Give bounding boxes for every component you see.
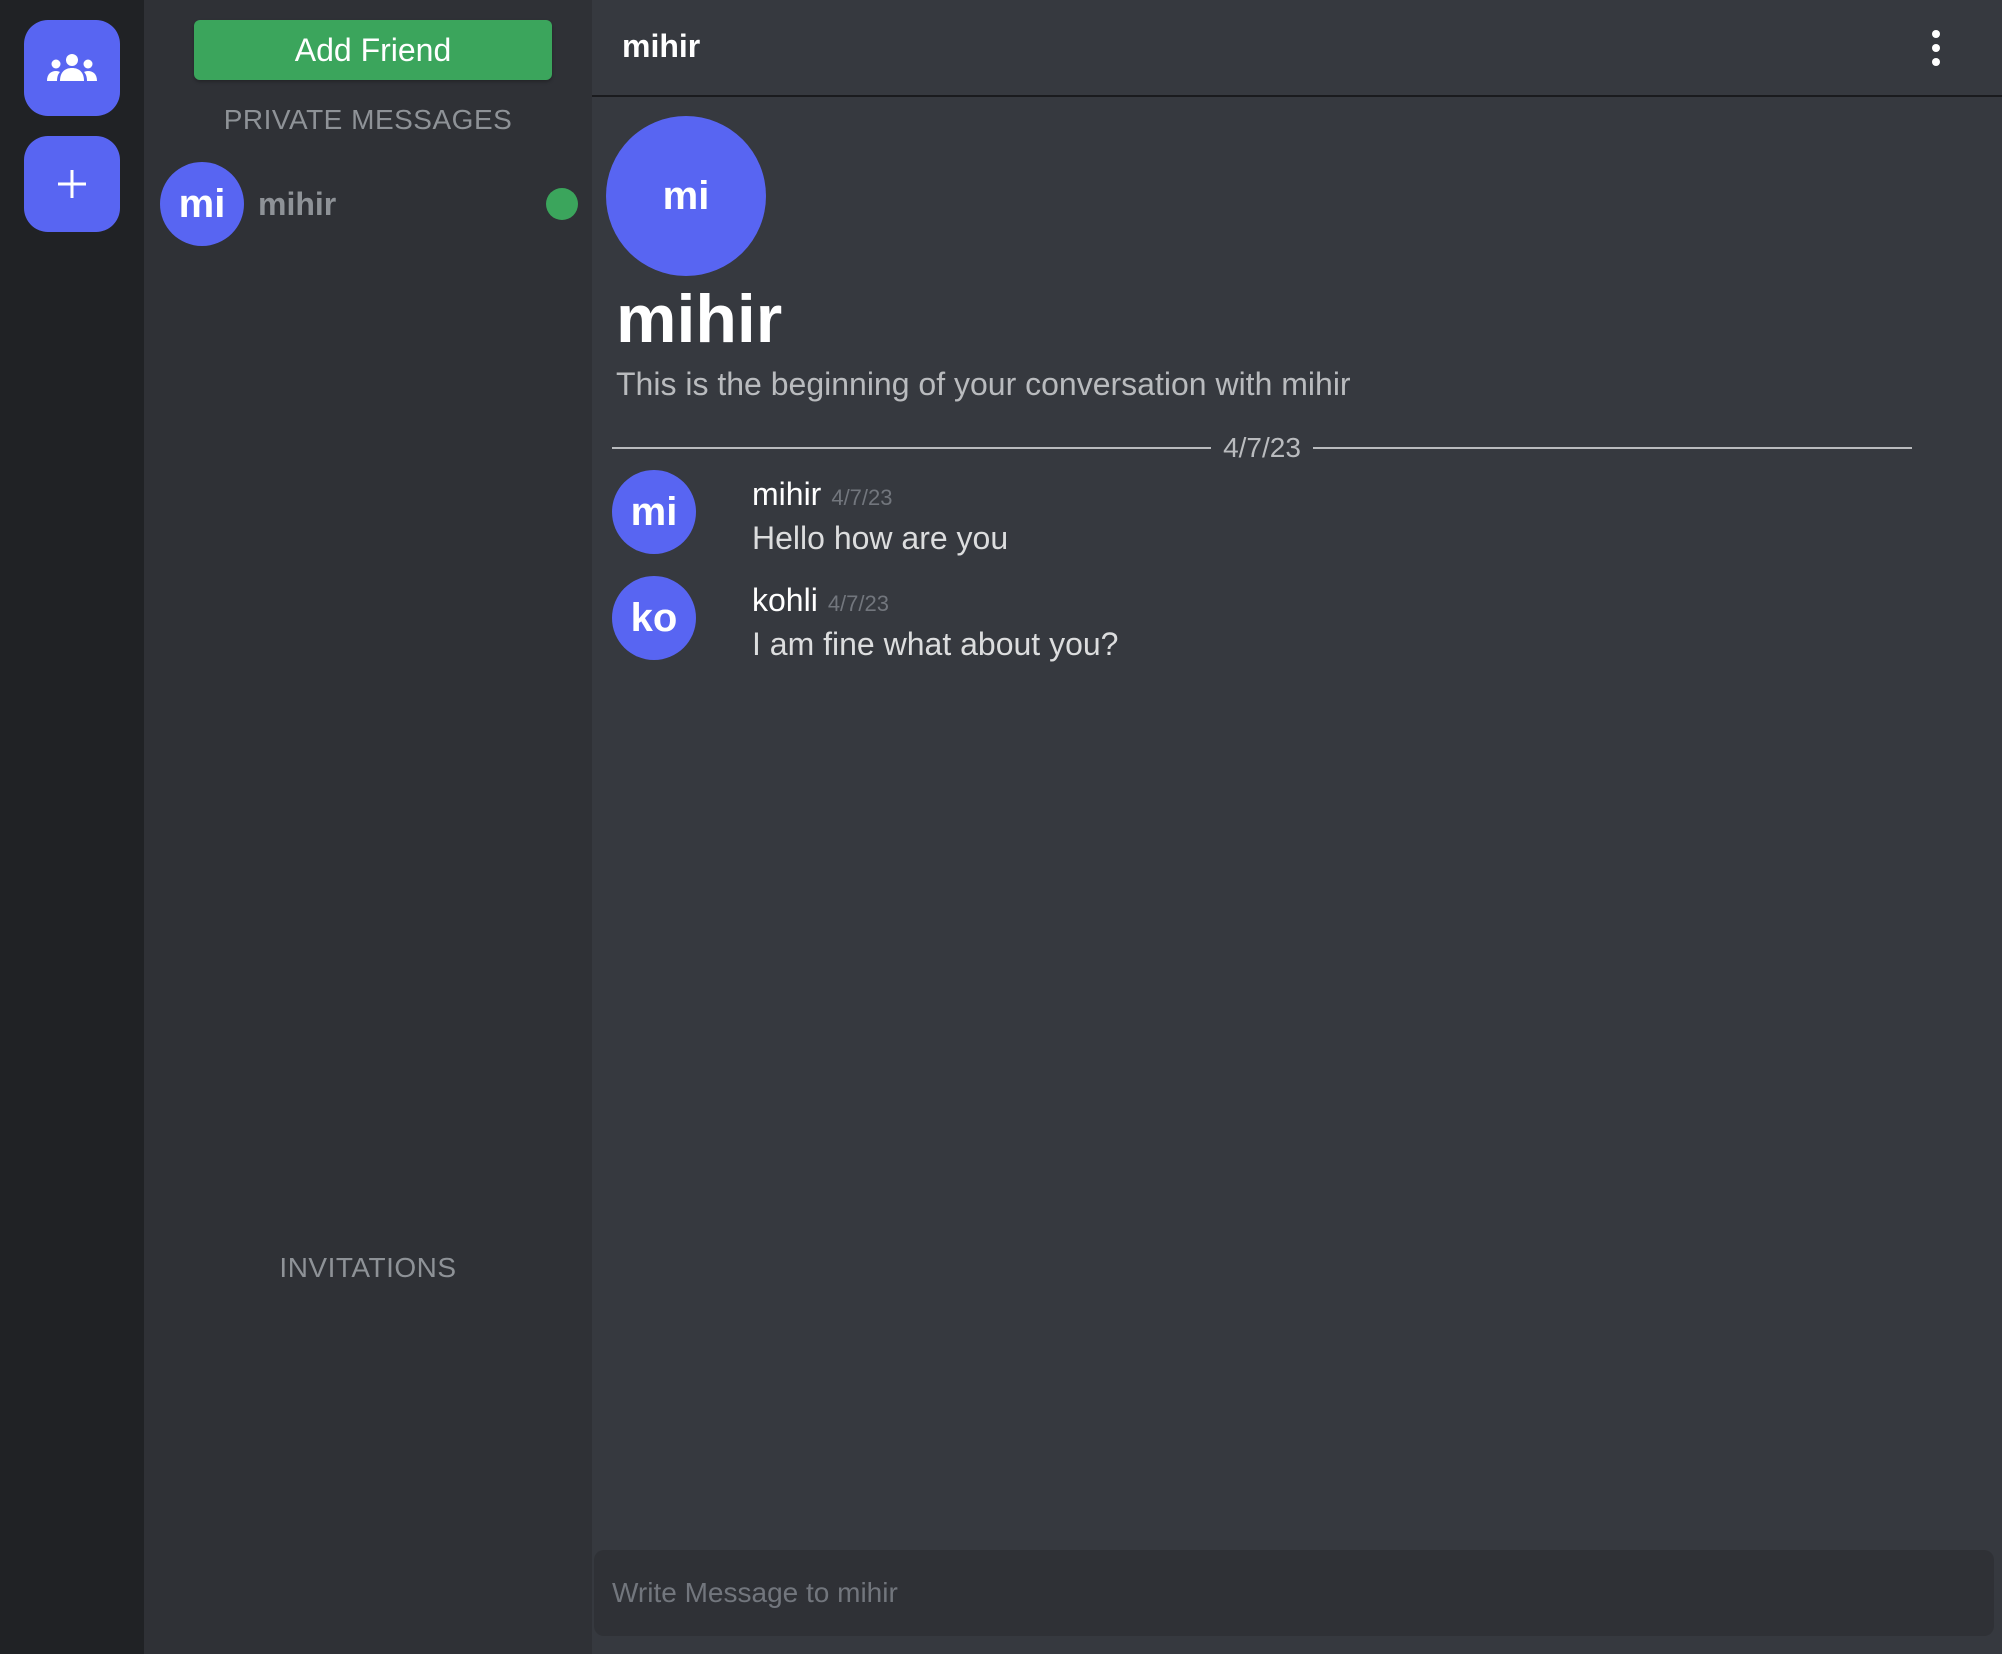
server-rail (0, 0, 144, 1654)
dm-sidebar: Add Friend PRIVATE MESSAGES mi mihir INV… (144, 0, 592, 1654)
add-friend-button[interactable]: Add Friend (194, 20, 552, 80)
message-author[interactable]: mihir (752, 476, 821, 513)
private-messages-heading: PRIVATE MESSAGES (223, 104, 513, 135)
online-status-indicator (546, 188, 578, 220)
date-divider-label: 4/7/23 (1223, 432, 1301, 463)
date-divider: 4/7/23 (612, 428, 1913, 468)
conversation-intro: This is the beginning of your conversati… (616, 366, 1351, 402)
chat-main: mihir mi mihir This is the beginning of … (592, 0, 2002, 1654)
avatar[interactable]: mi (612, 470, 696, 554)
friends-button[interactable] (24, 20, 120, 116)
message-timestamp: 4/7/23 (831, 485, 893, 510)
chat-title: mihir (622, 28, 701, 64)
message-text: Hello how are you (752, 520, 1009, 556)
add-server-button[interactable] (24, 136, 120, 232)
plus-icon (58, 170, 86, 198)
message-input[interactable] (594, 1550, 1994, 1636)
message: ko kohli 4/7/23 I am fine what about you… (612, 576, 1912, 666)
invitations-heading: INVITATIONS (279, 1252, 457, 1283)
avatar: mi (160, 162, 244, 246)
friends-icon (47, 54, 97, 81)
message: mi mihir 4/7/23 Hello how are you (612, 470, 1912, 560)
conversation-avatar: mi (606, 116, 766, 276)
dm-item-mihir[interactable]: mi mihir (160, 160, 580, 248)
dm-name: mihir (258, 185, 337, 222)
conversation-name: mihir (616, 281, 783, 357)
message-timestamp: 4/7/23 (827, 591, 889, 616)
message-text: I am fine what about you? (752, 626, 1119, 662)
message-author[interactable]: kohli (752, 582, 818, 619)
chat-header: mihir (592, 0, 2002, 97)
message-composer (594, 1550, 1994, 1636)
kebab-menu-icon[interactable] (1928, 30, 1944, 66)
avatar[interactable]: ko (612, 576, 696, 660)
